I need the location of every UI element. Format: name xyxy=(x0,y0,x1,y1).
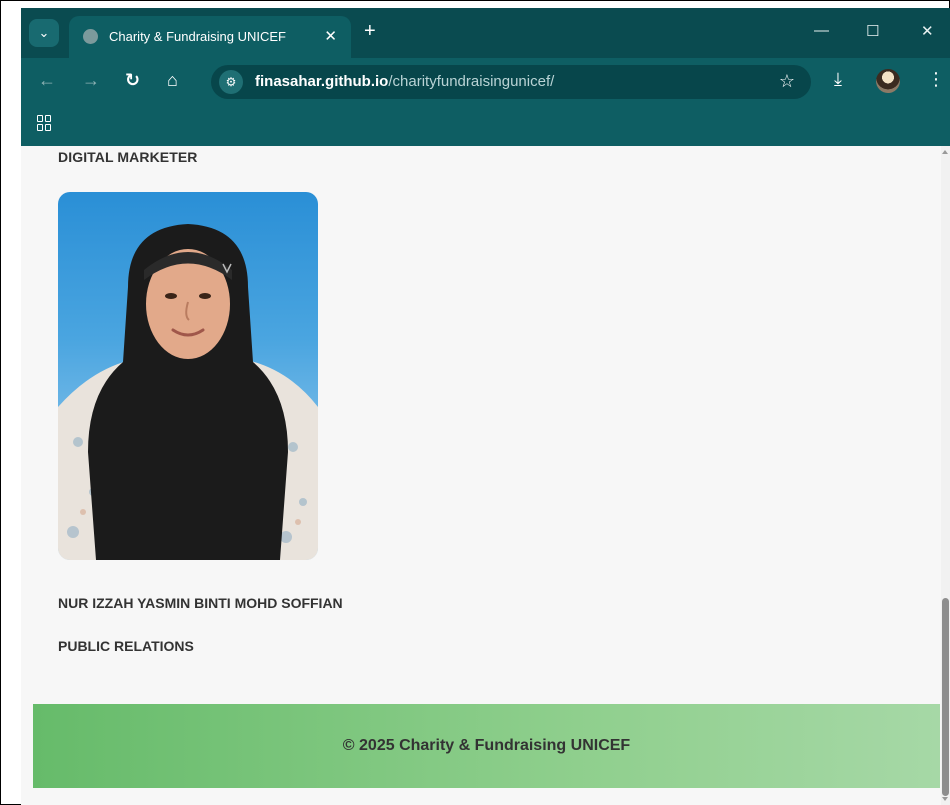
member-role: PUBLIC RELATIONS xyxy=(58,638,194,654)
browser-chrome: ⌄ Charity & Fundraising UNICEF ✕ + — ☐ ✕… xyxy=(21,8,950,146)
member-photo xyxy=(58,192,318,560)
url-path: /charityfundraisingunicef/ xyxy=(388,73,555,90)
bookmark-star-icon[interactable]: ☆ xyxy=(779,71,795,92)
close-window-icon[interactable]: ✕ xyxy=(921,22,934,40)
more-menu-icon[interactable]: ⋮ xyxy=(927,69,945,89)
bookmarks-bar xyxy=(21,104,950,146)
url-text: finasahar.github.io/charityfundraisingun… xyxy=(255,73,554,90)
scroll-up-arrow-icon[interactable] xyxy=(942,150,948,154)
portrait-illustration xyxy=(58,224,318,560)
apps-grid-icon[interactable] xyxy=(37,115,53,131)
home-icon[interactable]: ⌂ xyxy=(167,70,178,90)
back-icon[interactable]: ← xyxy=(38,70,56,90)
previous-member-role: DIGITAL MARKETER xyxy=(58,149,198,165)
scroll-down-arrow-icon[interactable] xyxy=(942,797,948,801)
tab-title: Charity & Fundraising UNICEF xyxy=(109,29,286,44)
active-tab[interactable]: Charity & Fundraising UNICEF ✕ xyxy=(69,16,351,58)
address-bar[interactable]: ⚙ finasahar.github.io/charityfundraising… xyxy=(211,65,811,99)
forward-icon[interactable]: → xyxy=(82,70,100,90)
site-footer: © 2025 Charity & Fundraising UNICEF xyxy=(33,704,940,788)
url-domain: finasahar.github.io xyxy=(255,73,389,90)
scrollbar-thumb[interactable] xyxy=(942,598,949,796)
globe-icon xyxy=(83,29,98,44)
screenshot-border-top xyxy=(0,0,950,1)
browser-window: ⌄ Charity & Fundraising UNICEF ✕ + — ☐ ✕… xyxy=(21,8,950,805)
page-content: DIGITAL MARKETER NUR IZZAH YASMIN BINTI … xyxy=(21,146,950,805)
tab-search-button[interactable]: ⌄ xyxy=(29,19,59,47)
tab-strip: ⌄ Charity & Fundraising UNICEF ✕ + — ☐ ✕ xyxy=(21,8,950,58)
new-tab-button[interactable]: + xyxy=(364,21,376,41)
member-name: NUR IZZAH YASMIN BINTI MOHD SOFFIAN xyxy=(58,595,343,611)
chevron-down-icon: ⌄ xyxy=(38,25,50,40)
tab-close-icon[interactable]: ✕ xyxy=(324,27,337,45)
reload-icon[interactable]: ↻ xyxy=(125,70,140,90)
profile-avatar[interactable] xyxy=(876,69,900,93)
footer-copyright: © 2025 Charity & Fundraising UNICEF xyxy=(342,737,631,754)
site-info-icon[interactable]: ⚙ xyxy=(219,70,243,94)
screenshot-border-left xyxy=(0,0,1,805)
maximize-icon[interactable]: ☐ xyxy=(866,22,879,40)
vertical-scrollbar[interactable] xyxy=(941,146,950,805)
download-icon[interactable]: ⤓ xyxy=(834,69,842,89)
minimize-icon[interactable]: — xyxy=(814,22,829,39)
navigation-toolbar: ← → ↻ ⌂ ⚙ finasahar.github.io/charityfun… xyxy=(21,58,950,104)
